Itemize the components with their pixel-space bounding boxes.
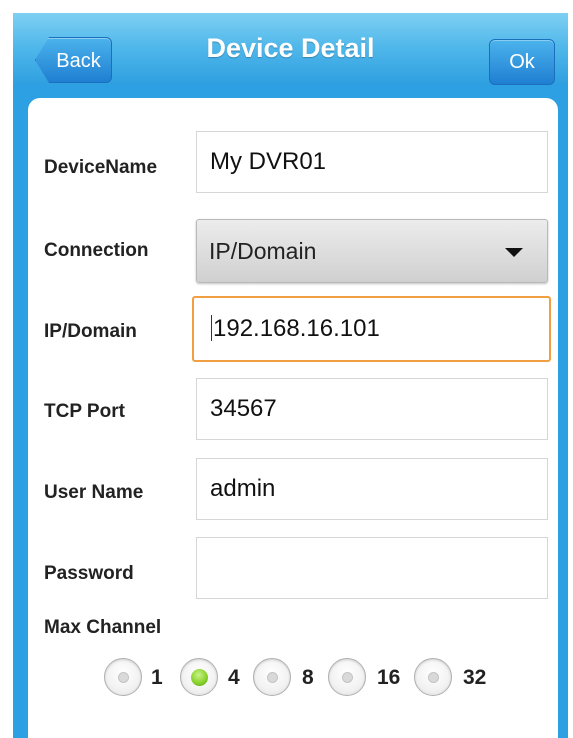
max-channel-radio-1[interactable] <box>104 658 142 696</box>
tcp-port-label: TCP Port <box>44 401 125 422</box>
max-channel-radio-group: 1 4 8 16 32 <box>0 658 573 700</box>
user-name-label: User Name <box>44 482 144 503</box>
radio-dot <box>267 672 278 683</box>
device-detail-screen: Back Device Detail Ok DeviceName My DVR0… <box>0 0 573 738</box>
password-field[interactable] <box>196 537 548 599</box>
tcp-port-field[interactable]: 34567 <box>196 378 548 440</box>
ip-domain-label: IP/Domain <box>44 321 137 342</box>
max-channel-radio-32[interactable] <box>414 658 452 696</box>
password-label: Password <box>44 563 134 584</box>
radio-dot <box>342 672 353 683</box>
connection-selected-value: IP/Domain <box>209 238 317 264</box>
ip-domain-field[interactable]: 192.168.16.101 <box>192 296 551 362</box>
max-channel-radio-8[interactable] <box>253 658 291 696</box>
radio-dot <box>118 672 129 683</box>
ok-button[interactable]: Ok <box>489 39 555 85</box>
max-channel-option-label: 8 <box>302 666 314 689</box>
connection-select[interactable]: IP/Domain <box>196 219 548 283</box>
chevron-down-icon <box>505 248 523 257</box>
max-channel-option-label: 4 <box>228 666 240 689</box>
max-channel-option-label: 1 <box>151 666 163 689</box>
radio-dot-selected <box>191 669 208 686</box>
max-channel-option-label: 16 <box>377 666 401 689</box>
text-cursor <box>211 314 212 341</box>
title-bar: Back Device Detail Ok <box>13 13 568 85</box>
device-name-field[interactable]: My DVR01 <box>196 131 548 193</box>
max-channel-label: Max Channel <box>44 617 162 638</box>
user-name-field[interactable]: admin <box>196 458 548 520</box>
page-title: Device Detail <box>206 33 375 63</box>
max-channel-radio-16[interactable] <box>328 658 366 696</box>
ip-domain-value: 192.168.16.101 <box>213 315 380 342</box>
connection-label: Connection <box>44 240 149 261</box>
device-name-label: DeviceName <box>44 157 158 178</box>
radio-dot <box>428 672 439 683</box>
max-channel-option-label: 32 <box>463 666 487 689</box>
max-channel-radio-4[interactable] <box>180 658 218 696</box>
